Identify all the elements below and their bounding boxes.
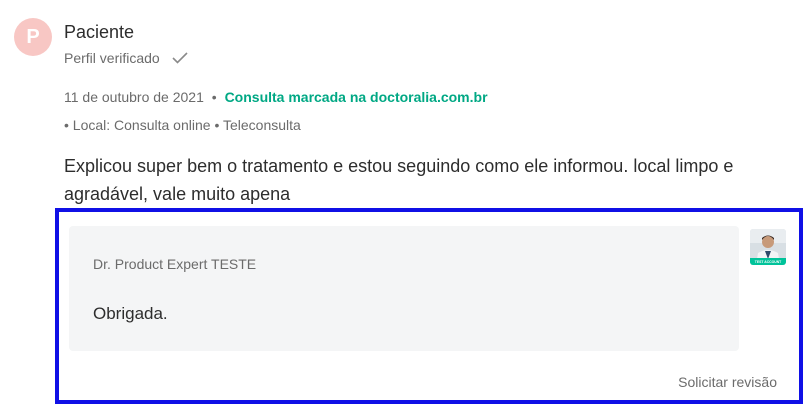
doctor-avatar: TEST ACCOUNT <box>750 229 786 265</box>
meta-separator: • <box>211 89 217 105</box>
review-meta: 11 de outubro de 2021 • Consulta marcada… <box>64 89 488 105</box>
review-date: 11 de outubro de 2021 <box>64 89 204 105</box>
verified-profile: Perfil verificado <box>64 50 188 66</box>
test-account-badge: TEST ACCOUNT <box>755 260 782 264</box>
doctor-reply-section: Dr. Product Expert TESTE Obrigada. TEST … <box>55 208 803 404</box>
verified-label: Perfil verificado <box>64 50 160 66</box>
check-icon <box>172 52 188 64</box>
booking-source-link[interactable]: Consulta marcada na doctoralia.com.br <box>225 89 488 105</box>
reply-text: Obrigada. <box>93 304 168 323</box>
patient-name: Paciente <box>64 22 135 42</box>
doctor-name: Dr. Product Expert TESTE <box>93 256 257 272</box>
location-line: • Local: Consulta online • Teleconsulta <box>64 117 301 133</box>
request-revision-link[interactable]: Solicitar revisão <box>678 374 777 390</box>
review-text: Explicou super bem o tratamento e estou … <box>64 156 734 204</box>
patient-avatar: P <box>14 18 52 56</box>
reply-bubble: Dr. Product Expert TESTE Obrigada. <box>69 226 739 351</box>
